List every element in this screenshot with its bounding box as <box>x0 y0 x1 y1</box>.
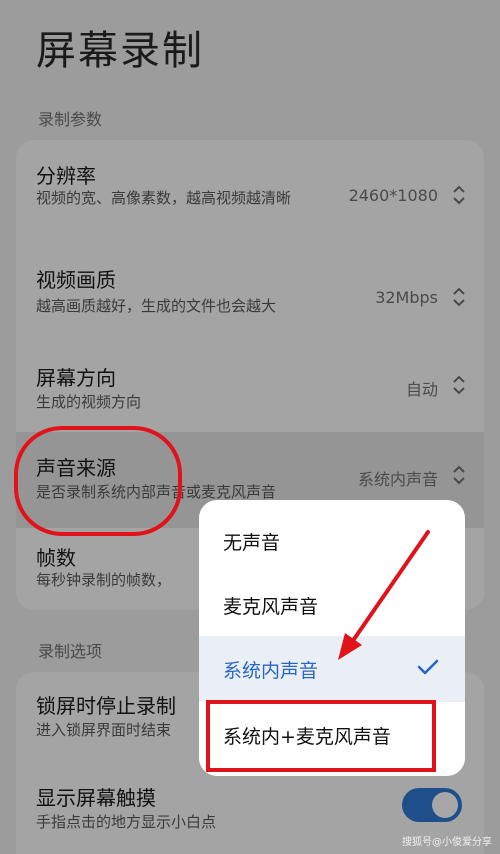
quality-desc: 越高画质越好，生成的文件也会越大 <box>36 297 277 315</box>
checkmark-icon <box>417 659 439 675</box>
updown-icon <box>453 375 465 395</box>
toggle-knob <box>432 792 458 818</box>
lock-stop-desc: 进入锁屏界面时结束 <box>36 721 172 739</box>
show-touches-desc: 手指点击的地方显示小白点 <box>36 813 217 831</box>
popup-item-label: 系统内声音 <box>223 660 319 682</box>
annotation-circle <box>14 426 182 536</box>
popup-item-no-sound[interactable]: 无声音 <box>199 508 465 574</box>
section-label-options: 录制选项 <box>38 642 103 661</box>
lock-stop-title: 锁屏时停止录制 <box>36 694 176 718</box>
updown-icon <box>453 287 465 307</box>
popup-item-label: 麦克风声音 <box>223 596 319 618</box>
resolution-value: 2460*1080 <box>348 186 438 205</box>
resolution-title: 分辨率 <box>36 164 96 188</box>
fps-title: 帧数 <box>36 546 76 570</box>
updown-icon <box>453 185 465 205</box>
page-title: 屏幕录制 <box>36 28 204 74</box>
orientation-value: 自动 <box>405 380 438 399</box>
annotation-rectangle <box>206 700 436 772</box>
orientation-desc: 生成的视频方向 <box>36 393 142 411</box>
popup-item-mic[interactable]: 麦克风声音 <box>199 572 465 638</box>
popup-item-label: 无声音 <box>223 532 281 554</box>
updown-icon <box>453 465 465 485</box>
resolution-row[interactable]: 分辨率 视频的宽、高像素数，越高视频越清晰 2460*1080 <box>16 140 484 250</box>
popup-item-system[interactable]: 系统内声音 <box>199 636 465 702</box>
orientation-row[interactable]: 屏幕方向 生成的视频方向 自动 <box>16 330 484 430</box>
resolution-desc: 视频的宽、高像素数，越高视频越清晰 <box>36 189 292 207</box>
quality-title: 视频画质 <box>36 268 116 292</box>
orientation-title: 屏幕方向 <box>36 366 116 390</box>
section-label-params: 录制参数 <box>38 110 103 129</box>
quality-row[interactable]: 视频画质 越高画质越好，生成的文件也会越大 32Mbps <box>16 250 484 330</box>
audio-source-value: 系统内声音 <box>357 470 438 489</box>
show-touches-toggle[interactable] <box>402 788 462 822</box>
show-touches-title: 显示屏幕触摸 <box>36 786 156 810</box>
watermark: 搜狐号@小俊爱分享 <box>402 837 492 848</box>
fps-desc: 每秒钟录制的帧数， <box>36 571 172 589</box>
quality-value: 32Mbps <box>375 288 438 307</box>
